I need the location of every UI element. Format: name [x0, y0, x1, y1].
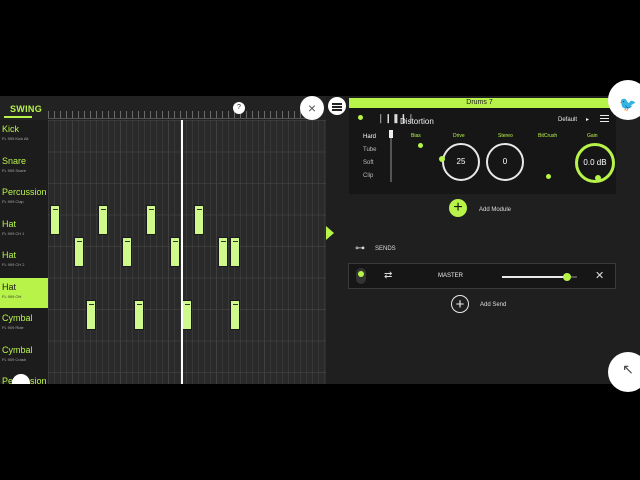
- beat-line: [72, 120, 73, 384]
- swing-label: SWING: [10, 104, 42, 114]
- sends-label: SENDS: [375, 246, 396, 252]
- note-block[interactable]: [98, 205, 108, 235]
- add-module-button[interactable]: +: [449, 199, 467, 217]
- mode-option[interactable]: Clip: [363, 173, 376, 186]
- track-sample: FL 909 Snare: [2, 167, 27, 173]
- module-title: Distortion: [400, 117, 434, 126]
- step-sequencer: SWING ? Kick FL 909 Kick Alt Snare FL 909 S…: [0, 96, 326, 384]
- beat-line: [168, 120, 169, 384]
- panel-pointer-arrow: [326, 226, 334, 240]
- add-module-label[interactable]: Add Module: [479, 207, 511, 213]
- track-0[interactable]: Kick FL 909 Kick Alt: [0, 120, 48, 150]
- track-2[interactable]: Percussion FL 909 Clap: [0, 183, 48, 213]
- mode-list: Hard Tube Soft Clip: [363, 134, 376, 186]
- track-1[interactable]: Snare FL 909 Snare: [0, 152, 48, 182]
- note-block[interactable]: [230, 236, 240, 267]
- track-name: Snare: [2, 155, 27, 166]
- preset-selector[interactable]: Default: [558, 117, 577, 123]
- send-level-slider[interactable]: [502, 273, 577, 281]
- module-enable-toggle[interactable]: [358, 115, 363, 120]
- track-sample: FL 909 CH 2: [2, 262, 25, 267]
- track-name: Cymbal: [2, 344, 33, 355]
- beat-line: [216, 120, 217, 384]
- track-3[interactable]: Hat FL 909 CH 1: [0, 215, 48, 245]
- track-list: Kick FL 909 Kick Alt Snare FL 909 Snare Perc…: [0, 120, 48, 384]
- note-block[interactable]: [50, 205, 60, 235]
- beat-line: [264, 120, 265, 384]
- sends-icon: ⊶: [355, 243, 365, 254]
- send-name: MASTER: [438, 273, 464, 279]
- swing-slider[interactable]: [4, 116, 32, 118]
- preset-arrow-icon[interactable]: ▸: [586, 116, 589, 123]
- add-send-button[interactable]: +: [451, 295, 469, 313]
- collapse-corner-icon[interactable]: ↖: [608, 352, 640, 392]
- note-block[interactable]: [86, 299, 96, 330]
- ruler-divider: [48, 118, 318, 119]
- stereo-knob[interactable]: 0: [486, 143, 524, 181]
- playhead: [181, 120, 183, 384]
- track-name: Cymbal: [2, 313, 33, 323]
- note-block[interactable]: [182, 299, 192, 330]
- track-sample: FL 909 CH 1: [2, 230, 25, 236]
- track-name: Hat: [2, 281, 17, 292]
- send-level-fill: [502, 276, 568, 278]
- track-6[interactable]: Cymbal FL 909 Ride: [0, 309, 48, 339]
- track-sample: FL 909 OH: [2, 293, 22, 299]
- beat-line: [120, 120, 121, 384]
- note-block[interactable]: [230, 299, 240, 330]
- note-block[interactable]: [170, 236, 180, 267]
- track-sample: FL 909 Kick Alt: [2, 136, 29, 141]
- swing-knob[interactable]: ?: [233, 102, 245, 114]
- close-sequencer-button[interactable]: ×: [300, 96, 324, 120]
- distortion-module: ❘❙❚❙❘ Distortion Default ▸ Hard Tube Soft C…: [349, 108, 616, 194]
- bitcrush-label: BitCrush: [538, 133, 558, 139]
- note-block[interactable]: [194, 205, 204, 235]
- track-name: Hat: [2, 250, 17, 260]
- app-logo-icon[interactable]: 🐦: [608, 80, 640, 120]
- mode-slider[interactable]: [389, 130, 393, 182]
- mode-option[interactable]: Soft: [363, 160, 376, 173]
- module-menu-icon[interactable]: [600, 115, 609, 124]
- drive-knob[interactable]: 25: [442, 143, 480, 181]
- note-block[interactable]: [74, 236, 84, 267]
- app-window: SWING ? Kick FL 909 Kick Alt Snare FL 909 S…: [0, 96, 640, 384]
- note-block[interactable]: [218, 236, 228, 267]
- track-name: Kick: [2, 124, 20, 134]
- note-block[interactable]: [146, 205, 156, 235]
- bias-handle[interactable]: [418, 143, 423, 148]
- send-row: ⇄ MASTER ✕: [348, 263, 616, 289]
- swap-icon[interactable]: ⇄: [384, 270, 392, 281]
- bias-label: Bias: [411, 133, 421, 139]
- channel-title: Drums 7: [349, 98, 610, 108]
- stereo-label: Stereo: [498, 133, 513, 139]
- add-send-label[interactable]: Add Send: [480, 302, 506, 308]
- remove-send-button[interactable]: ✕: [595, 269, 604, 282]
- menu-button[interactable]: [328, 97, 346, 115]
- timeline-ruler[interactable]: [48, 111, 318, 118]
- track-4[interactable]: Hat FL 909 CH 2: [0, 246, 48, 276]
- track-sample: FL 909 Ride: [2, 325, 24, 330]
- step-grid[interactable]: [48, 120, 326, 384]
- note-block[interactable]: [122, 236, 132, 267]
- track-5[interactable]: Hat FL 909 OH: [0, 277, 48, 308]
- send-toggle[interactable]: [356, 268, 366, 284]
- gain-knob-indicator: [595, 175, 601, 181]
- mode-option[interactable]: Tube: [363, 147, 376, 160]
- track-sample: FL 909 Crash: [2, 356, 27, 362]
- mode-option[interactable]: Hard: [363, 134, 376, 147]
- track-name: Percussion: [2, 187, 47, 197]
- track-7[interactable]: Cymbal FL 909 Crash: [0, 341, 48, 371]
- swing-bar: SWING ?: [0, 96, 326, 120]
- note-block[interactable]: [134, 299, 144, 330]
- drive-knob-indicator: [439, 156, 445, 162]
- track-sample: FL 909 Clap: [2, 199, 24, 204]
- send-level-thumb[interactable]: [563, 273, 572, 281]
- drive-label: Drive: [453, 133, 465, 139]
- track-name: Hat: [2, 218, 17, 229]
- gain-label: Gain: [587, 133, 598, 139]
- bitcrush-handle[interactable]: [546, 174, 551, 179]
